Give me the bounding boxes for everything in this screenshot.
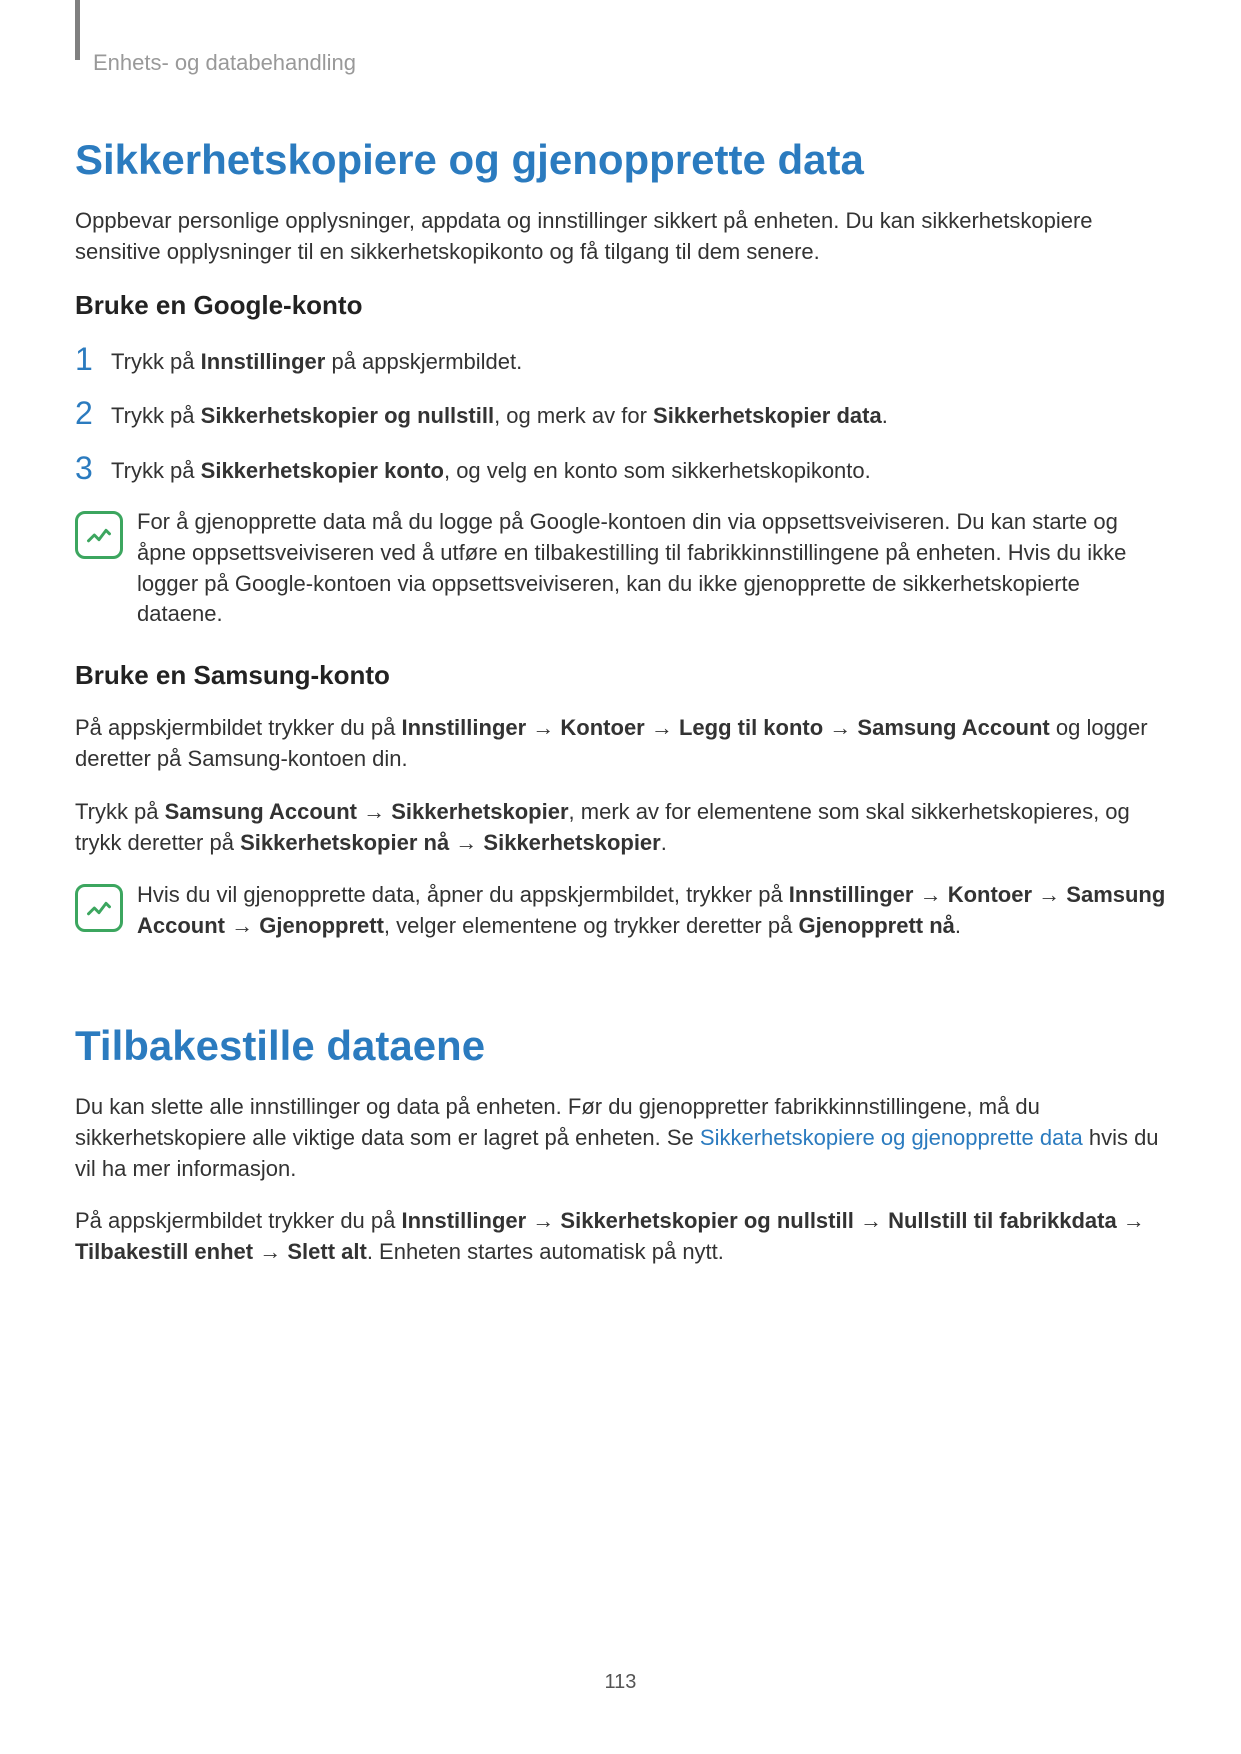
samsung-add-account: På appskjermbildet trykker du på Innstil…	[75, 713, 1166, 775]
intro-paragraph: Oppbevar personlige opplysninger, appdat…	[75, 206, 1166, 268]
note-text: For å gjenopprette data må du logge på G…	[137, 507, 1166, 630]
header-accent	[75, 0, 80, 60]
reset-intro: Du kan slette alle innstillinger og data…	[75, 1092, 1166, 1184]
step-text: Trykk på Sikkerhetskopier og nullstill, …	[111, 397, 888, 432]
section-title-backup: Sikkerhetskopiere og gjenopprette data	[75, 136, 1166, 184]
step-text: Trykk på Sikkerhetskopier konto, og velg…	[111, 452, 871, 487]
step-1: 1 Trykk på Innstillinger på appskjermbil…	[75, 343, 1166, 378]
subheading-samsung: Bruke en Samsung-konto	[75, 660, 1166, 691]
page-number: 113	[0, 1671, 1241, 1694]
page: Enhets- og databehandling Sikkerhetskopi…	[0, 0, 1241, 1754]
section-title-reset: Tilbakestille dataene	[75, 1022, 1166, 1070]
breadcrumb: Enhets- og databehandling	[93, 50, 1166, 76]
subheading-google: Bruke en Google-konto	[75, 290, 1166, 321]
link-backup-restore[interactable]: Sikkerhetskopiere og gjenopprette data	[700, 1125, 1083, 1150]
note-samsung-restore: Hvis du vil gjenopprette data, åpner du …	[75, 880, 1166, 942]
reset-path: På appskjermbildet trykker du på Innstil…	[75, 1206, 1166, 1268]
step-number: 2	[75, 397, 111, 429]
note-icon	[75, 511, 123, 559]
step-number: 3	[75, 452, 111, 484]
note-google-restore: For å gjenopprette data må du logge på G…	[75, 507, 1166, 630]
step-text: Trykk på Innstillinger på appskjermbilde…	[111, 343, 522, 378]
note-icon	[75, 884, 123, 932]
samsung-backup: Trykk på Samsung Account → Sikkerhetskop…	[75, 797, 1166, 859]
note-text: Hvis du vil gjenopprette data, åpner du …	[137, 880, 1166, 942]
step-3: 3 Trykk på Sikkerhetskopier konto, og ve…	[75, 452, 1166, 487]
step-2: 2 Trykk på Sikkerhetskopier og nullstill…	[75, 397, 1166, 432]
step-number: 1	[75, 343, 111, 375]
